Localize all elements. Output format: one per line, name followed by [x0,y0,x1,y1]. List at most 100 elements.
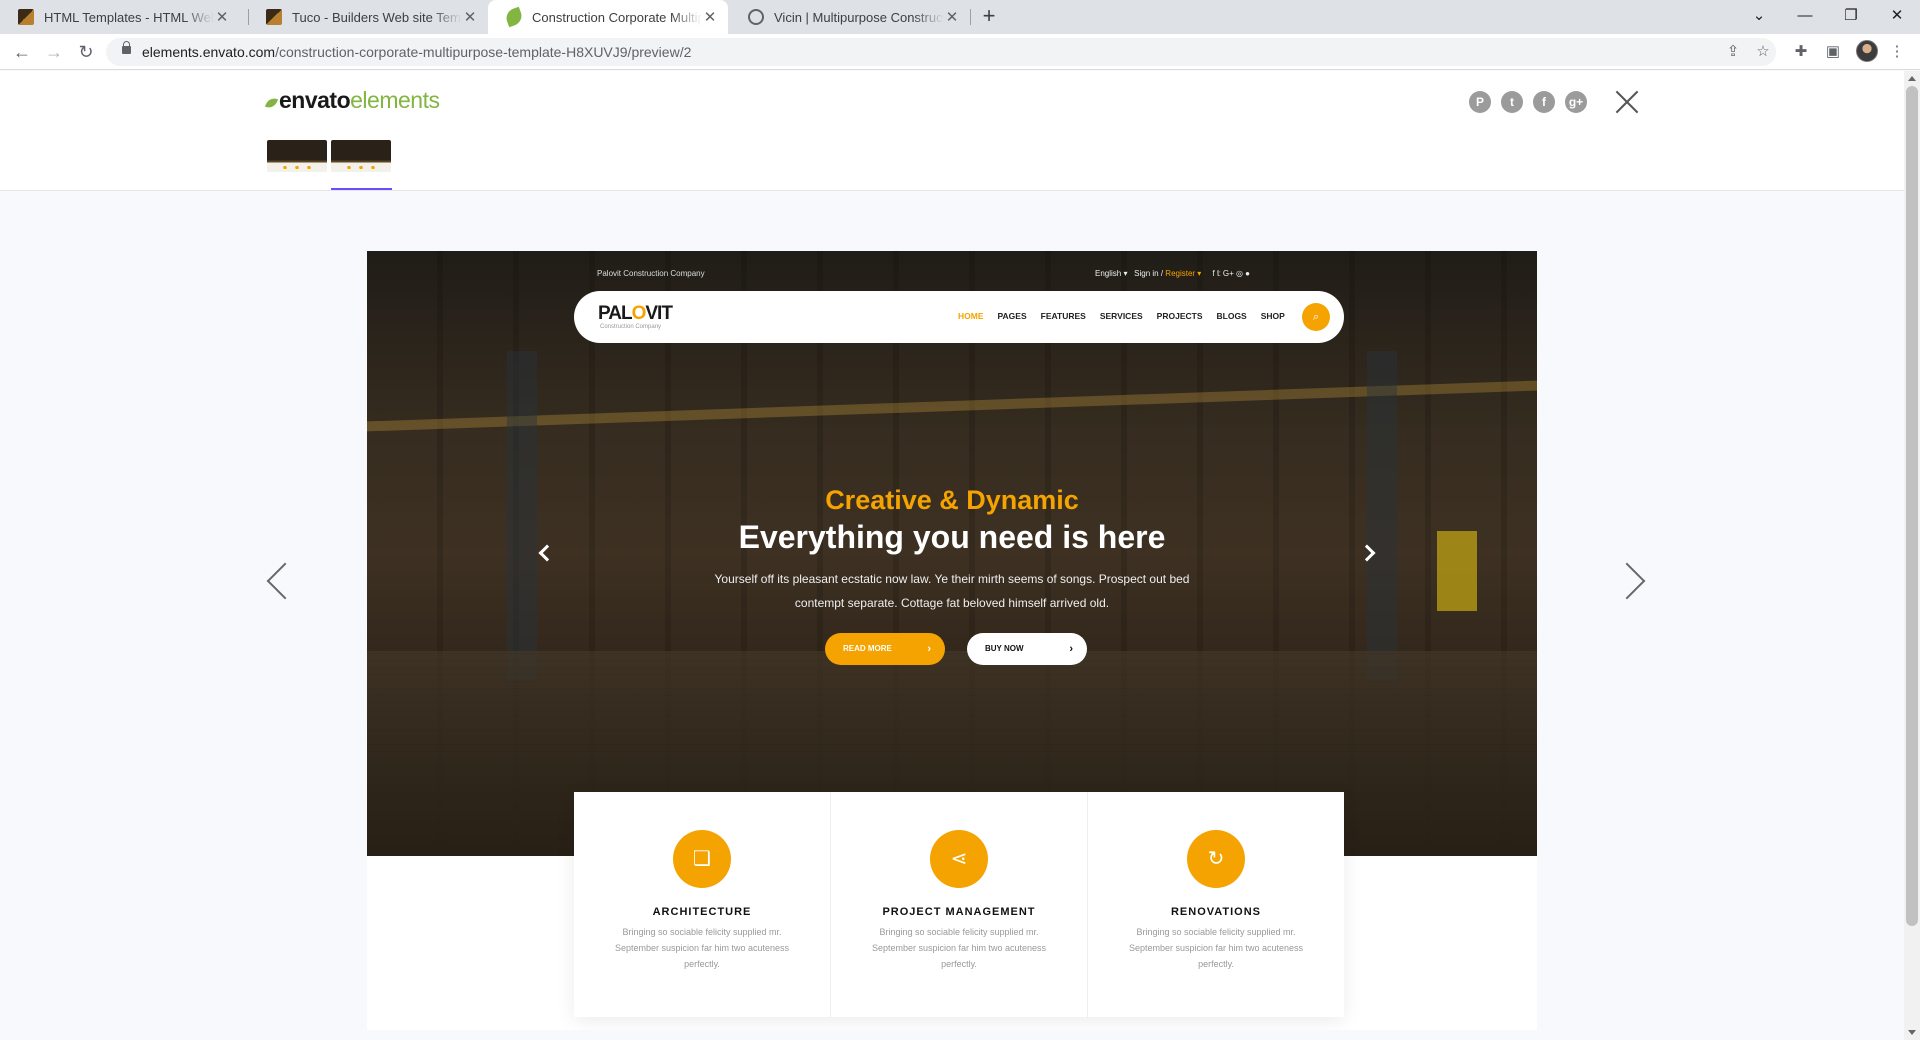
site-favicon-icon [266,9,282,25]
service-title: ARCHITECTURE [652,906,752,918]
logo-part-accent: O [631,303,647,324]
bookmark-icon: ❏ [673,830,731,888]
minimize-icon[interactable]: — [1782,0,1828,34]
url-path: /construction-corporate-multipurpose-tem… [275,44,692,60]
buy-now-label: BUY NOW [985,644,1024,653]
scroll-down-icon[interactable] [1908,1030,1916,1035]
forward-icon[interactable]: → [40,38,68,66]
services-cards: ❏ ARCHITECTURE Bringing so sociable feli… [574,792,1344,1017]
url-text[interactable]: elements.envato.com/construction-corpora… [142,44,691,60]
refresh-icon: ↻ [1187,830,1245,888]
browser-tab[interactable]: Vicin | Multipurpose Construction ✕ [730,0,970,34]
close-window-icon[interactable]: ✕ [1874,0,1920,34]
logo-part: PAL [598,303,633,324]
tab-close-icon[interactable]: ✕ [462,8,478,26]
nav-features[interactable]: FEATURES [1041,311,1086,321]
service-text: Bringing so sociable felicity supplied m… [614,927,790,969]
tab-separator [970,9,971,25]
nav-links: HOME PAGES FEATURES SERVICES PROJECTS BL… [958,311,1285,321]
logo-subtitle: Construction Company [600,324,662,330]
service-title: PROJECT MANAGEMENT [882,906,1036,918]
menu-kebab-icon[interactable]: ⋮ [1886,41,1908,63]
thumbnail-dots [343,166,379,169]
nav-blogs[interactable]: BLOGS [1217,311,1247,321]
browser-tab[interactable]: Tuco - Builders Web site Template ✕ [248,0,488,34]
scroll-up-icon[interactable] [1908,76,1916,81]
envato-preview-header: envatoelements P t f g+ [0,71,1920,191]
decor-rail [367,380,1537,432]
tab-close-icon[interactable]: ✕ [944,8,960,26]
url-domain: elements.envato.com [142,44,276,60]
service-text: Bringing so sociable felicity supplied m… [871,927,1047,969]
hero-title: Everything you need is here [738,519,1166,555]
twitter-icon[interactable]: t [1501,91,1523,113]
tab-title: Vicin | Multipurpose Construction [774,9,944,25]
palovit-logo[interactable]: PALOVIT [598,303,673,325]
tab-close-icon[interactable]: ✕ [214,8,230,26]
envato-elements-logo[interactable]: envatoelements [264,87,440,114]
hero-slider: Palovit Construction Company English ▾ S… [367,251,1537,856]
top-utility-bar: English ▾ Sign in / Register ▾ f 𝕥 G+ ◎ … [1095,269,1250,278]
register-link[interactable]: Register ▾ [1165,269,1201,278]
pinterest-icon[interactable]: P [1469,91,1491,113]
tab-search-chevron-icon[interactable]: ⌄ [1736,0,1782,34]
share-page-icon[interactable]: ⇪ [1722,41,1744,63]
globe-icon [748,9,764,25]
service-card-project-management[interactable]: ⋖ PROJECT MANAGEMENT Bringing so sociabl… [831,792,1088,1017]
browser-tab-active[interactable]: Construction Corporate Multipurpose ✕ [488,0,728,34]
preview-thumbnail[interactable] [267,140,327,172]
browser-toolbar: ← → ↻ elements.envato.com/construction-c… [0,34,1920,70]
bookmark-star-icon[interactable]: ☆ [1752,41,1774,63]
tab-close-icon[interactable]: ✕ [702,8,718,26]
preview-thumbnail-active[interactable] [331,140,391,172]
signin-link[interactable]: Sign in / [1134,269,1163,278]
nav-services[interactable]: SERVICES [1100,311,1143,321]
tab-title: Construction Corporate Multipurpose [532,9,702,25]
profile-avatar[interactable] [1856,40,1878,62]
reload-icon[interactable]: ↻ [72,38,100,66]
service-title: RENOVATIONS [1170,906,1262,918]
extensions-puzzle-icon[interactable]: ✚ [1790,41,1812,63]
company-tagline: Palovit Construction Company [597,269,705,278]
previous-preview-chevron-icon[interactable] [266,562,304,600]
restore-icon[interactable]: ❐ [1828,0,1874,34]
read-more-button[interactable]: READ MORE › [825,633,945,665]
nav-projects[interactable]: PROJECTS [1157,311,1203,321]
logo-bold-text: envato [279,87,351,113]
new-tab-icon[interactable]: + [976,4,1002,30]
decor-pillar [507,351,537,681]
decor-pillar [1367,351,1397,681]
thumbnail-dots [279,166,315,169]
envato-leaf-icon [264,95,279,111]
close-preview-icon[interactable] [1612,87,1642,117]
search-icon[interactable]: ⌕ [1302,303,1330,331]
active-thumbnail-indicator [331,188,392,190]
facebook-icon[interactable]: f [1533,91,1555,113]
buy-now-button[interactable]: BUY NOW › [967,633,1087,665]
chevron-right-icon: › [1069,643,1073,655]
service-card-renovations[interactable]: ↻ RENOVATIONS Bringing so sociable felic… [1088,792,1344,1017]
browser-tab[interactable]: HTML Templates - HTML Website Templates … [0,0,240,34]
back-icon[interactable]: ← [8,38,36,66]
nav-home[interactable]: HOME [958,311,984,321]
nav-shop[interactable]: SHOP [1261,311,1285,321]
logo-light-text: elements [350,87,440,113]
service-card-architecture[interactable]: ❏ ARCHITECTURE Bringing so sociable feli… [574,792,831,1017]
google-plus-icon[interactable]: g+ [1565,91,1587,113]
scrollbar-thumb[interactable] [1906,86,1918,926]
social-icons[interactable]: f 𝕥 G+ ◎ ● [1212,269,1250,278]
tab-title: HTML Templates - HTML Website Templates [44,9,214,25]
share-icon: ⋖ [930,830,988,888]
language-selector[interactable]: English ▾ [1095,269,1127,278]
chevron-right-icon: › [927,643,931,655]
nav-pages[interactable]: PAGES [998,311,1027,321]
envato-leaf-icon [503,6,525,28]
service-text: Bringing so sociable felicity supplied m… [1128,927,1304,969]
tab-title: Tuco - Builders Web site Template [292,9,462,25]
side-panel-icon[interactable]: ▣ [1822,41,1844,63]
hero-subtitle: Creative & Dynamic [825,485,1079,515]
site-favicon-icon [18,9,34,25]
hero-paragraph: Yourself off its pleasant ecstatic now l… [714,572,1190,610]
address-bar[interactable]: elements.envato.com/construction-corpora… [106,38,1776,66]
next-preview-chevron-icon[interactable] [1608,562,1646,600]
